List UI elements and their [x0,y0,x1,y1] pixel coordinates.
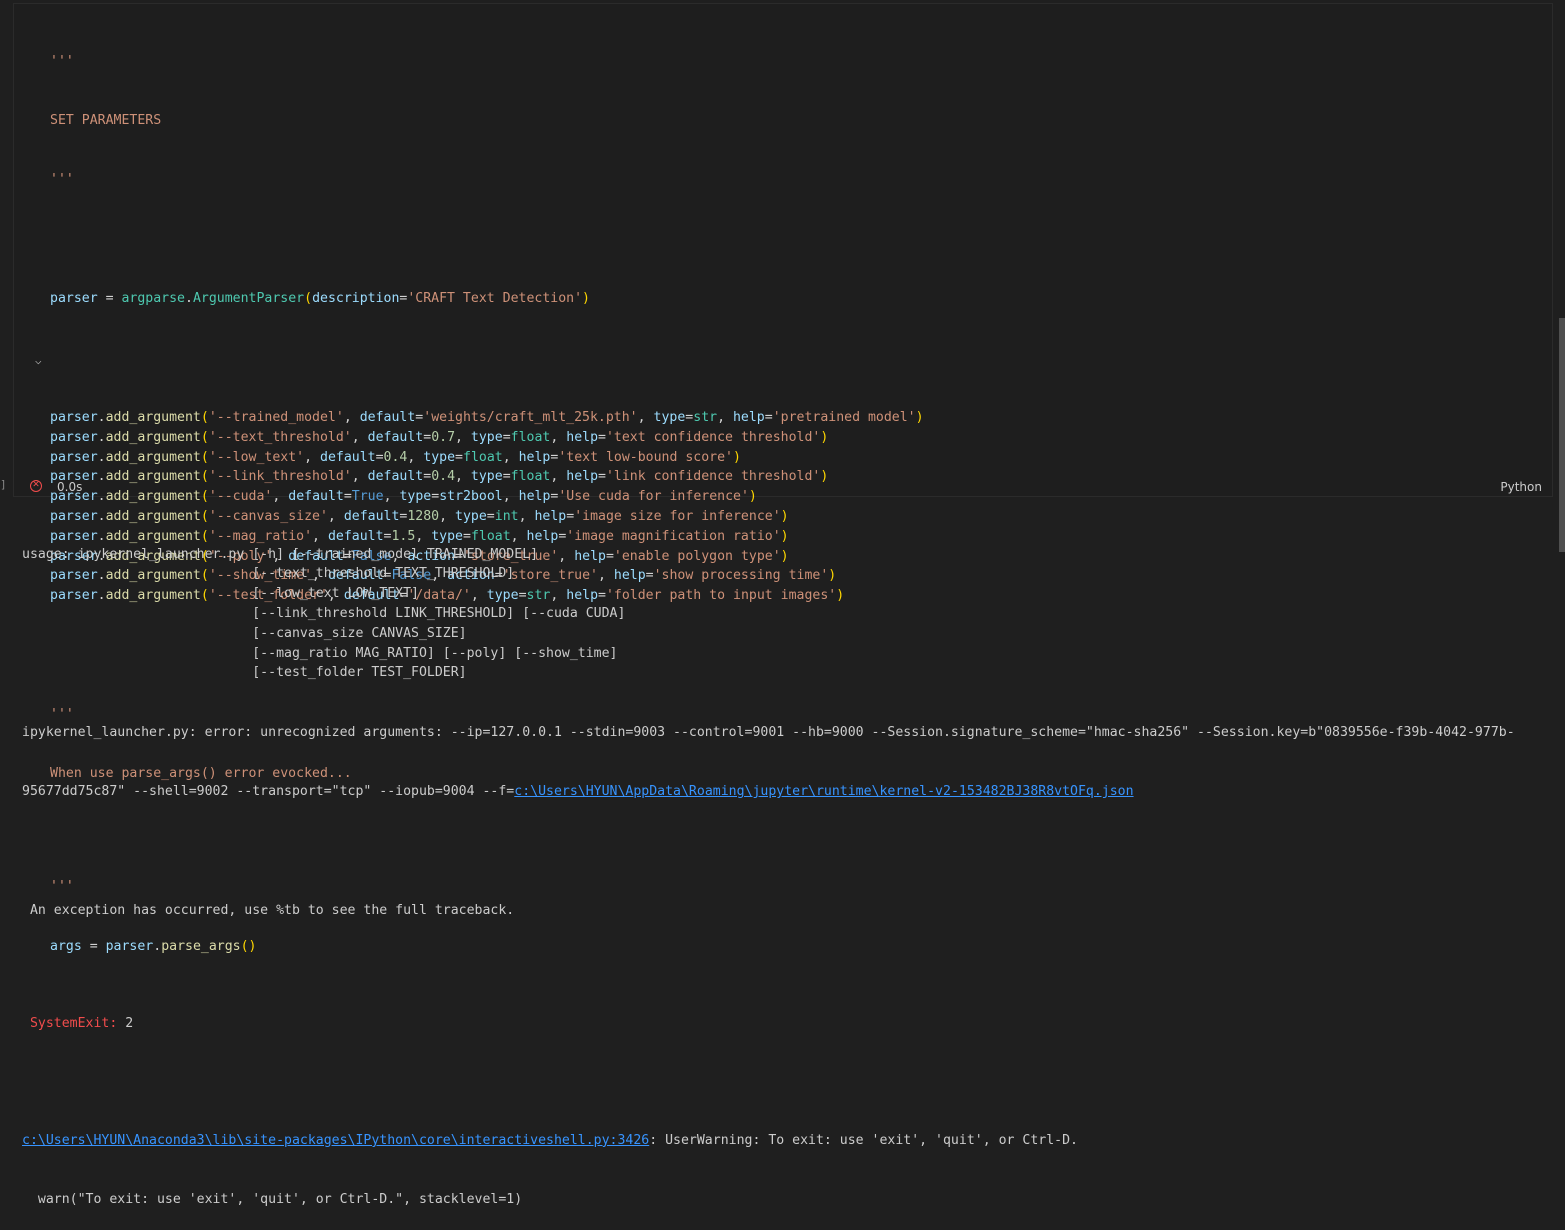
parser-line: parser = argparse.ArgumentParser(descrip… [50,289,924,309]
language-selector[interactable]: Python [1500,480,1542,494]
sysexit-label: SystemExit: [22,1015,118,1031]
var-parser: parser [50,291,98,307]
usage-block: usage: ipykernel_launcher.py [-h] [--tra… [22,545,1515,684]
error-line-1: ipykernel_launcher.py: error: unrecogniz… [22,724,1515,740]
kernel-json-link[interactable]: c:\Users\HYUN\AppData\Roaming\jupyter\ru… [514,784,1133,799]
sysexit-code: 2 [117,1015,134,1031]
add-argument-line: parser.add_argument('--low_text', defaul… [50,449,741,465]
kwarg: description [312,291,400,307]
error-line-2: 95677dd75c87" --shell=9002 --transport="… [22,782,1515,802]
chevron-down-icon[interactable]: ⌵ [35,354,42,367]
cell-gutter-marker: ] [0,478,7,491]
class-name: ArgumentParser [192,291,305,307]
usage-line: [--mag_ratio MAG_RATIO] [--poly] [--show… [22,645,618,661]
execution-time: 0.0s [57,480,83,494]
usage-line: [--text_threshold TEXT_THRESHOLD] [22,566,515,582]
warning-line: c:\Users\HYUN\Anaconda3\lib\site-package… [22,1131,1515,1151]
module-name: argparse [121,291,185,307]
interactiveshell-link[interactable]: c:\Users\HYUN\Anaconda3\lib\site-package… [22,1133,649,1148]
error-circle-icon: ✕ [30,480,42,492]
cell-output: usage: ipykernel_launcher.py [-h] [--tra… [22,505,1515,1230]
add-argument-line: parser.add_argument('--text_threshold', … [50,429,829,445]
dot: . [185,291,193,307]
usage-line: [--low_text LOW_TEXT] [22,586,419,602]
exception-message: An exception has occurred, use %tb to se… [22,902,515,918]
cell-status-bar: ✕ 0.0s Python [14,478,1554,498]
docstring-text: SET PARAMETERS [50,112,162,128]
op-eq: = [97,291,122,307]
usage-line: [--test_folder TEST_FOLDER] [22,665,467,681]
docstring-close: ''' [50,172,74,188]
error-line-2-text: 95677dd75c87" --shell=9002 --transport="… [22,784,515,800]
sysexit-line: SystemExit: 2 [22,1014,1515,1034]
scrollbar-thumb[interactable] [1559,318,1565,552]
paren-open: ( [304,291,313,307]
usage-line: usage: ipykernel_launcher.py [-h] [--tra… [22,546,539,562]
code-cell[interactable]: ''' SET PARAMETERS ''' parser = argparse… [13,3,1554,954]
docstring-open: ''' [50,53,74,69]
warn-call: warn("To exit: use 'exit', 'quit', or Ct… [22,1192,523,1208]
usage-line: [--link_threshold LINK_THRESHOLD] [--cud… [22,605,626,621]
string-literal: 'CRAFT Text Detection' [407,291,583,307]
warning-text: : UserWarning: To exit: use 'exit', 'qui… [649,1132,1078,1148]
paren-close: ) [582,291,590,307]
add-argument-line: parser.add_argument('--trained_model', d… [50,409,924,425]
usage-line: [--canvas_size CANVAS_SIZE] [22,625,467,641]
